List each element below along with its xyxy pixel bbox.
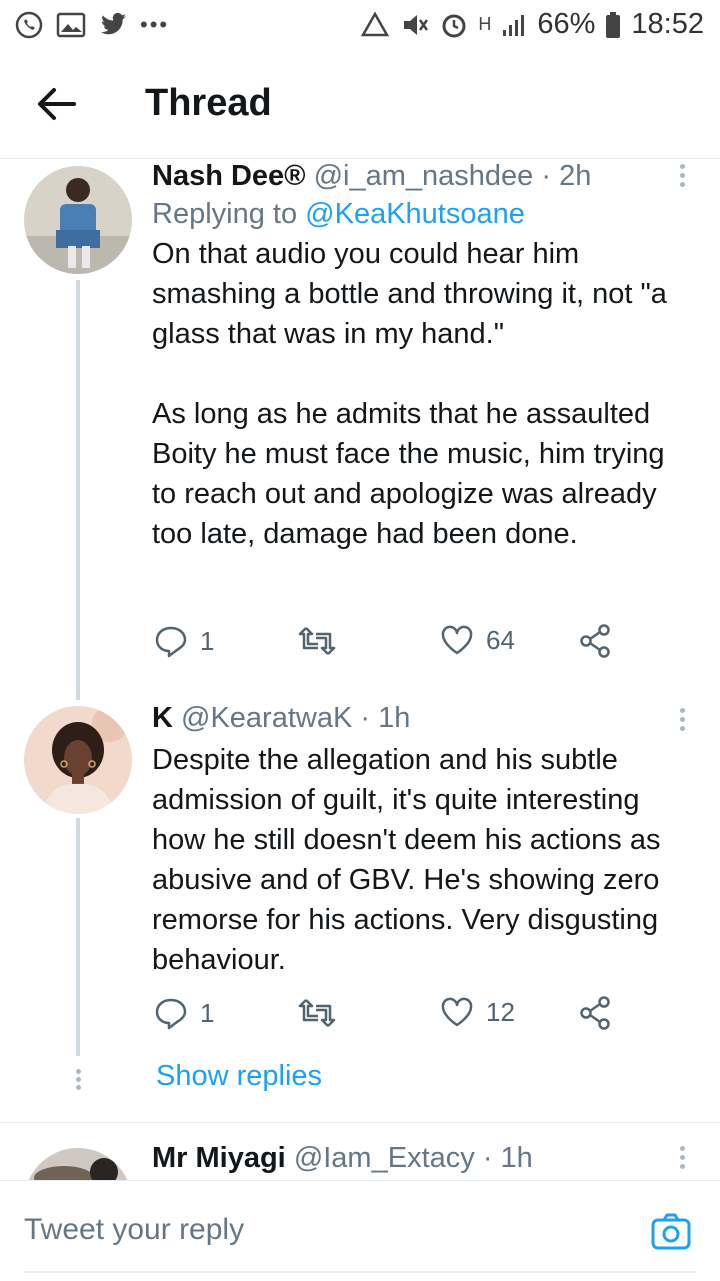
- more-options-icon[interactable]: [678, 1142, 686, 1173]
- reply-button[interactable]: 1: [154, 996, 214, 1030]
- tweet-actions: 1 12: [152, 996, 672, 1040]
- show-replies-link[interactable]: Show replies: [156, 1060, 322, 1093]
- tweet[interactable]: K @KearatwaK · 1h Despite the allegation…: [0, 700, 720, 1060]
- more-notifications-icon: •••: [140, 12, 170, 37]
- tweet[interactable]: Mr Miyagi @Iam_Extacy · 1h: [0, 1140, 720, 1180]
- battery-icon: [606, 11, 621, 38]
- camera-icon[interactable]: [650, 1211, 692, 1253]
- status-bar: ••• H 66% 18:52: [0, 0, 720, 50]
- tweet-meta: Nash Dee® @i_am_nashdee · 2h: [152, 158, 690, 194]
- tweet-text: Despite the allegation and his subtle ad…: [152, 744, 669, 976]
- author-handle[interactable]: @KearatwaK: [181, 702, 352, 734]
- retweet-icon: [298, 627, 336, 655]
- thread-line: [76, 280, 80, 700]
- share-icon: [580, 624, 610, 658]
- reply-input[interactable]: Tweet your reply: [24, 1213, 244, 1247]
- more-options-icon[interactable]: [678, 704, 686, 735]
- like-count: 64: [486, 624, 515, 655]
- reply-icon: [155, 626, 187, 658]
- tweet-time: · 1h: [360, 702, 411, 734]
- share-button[interactable]: [580, 996, 612, 1030]
- whatsapp-icon: [15, 11, 43, 39]
- like-button[interactable]: 12: [440, 996, 515, 1028]
- network-type: H: [478, 14, 492, 34]
- alarm-icon: [442, 14, 466, 37]
- clock: 18:52: [631, 8, 704, 40]
- tweet-time: · 1h: [482, 1142, 533, 1174]
- avatar[interactable]: [24, 166, 132, 274]
- twitter-status-icon: [101, 12, 126, 35]
- replying-to: Replying to @KeaKhutsoane: [152, 194, 690, 234]
- replying-to-link[interactable]: @KeaKhutsoane: [305, 198, 525, 230]
- retweet-button[interactable]: [298, 624, 336, 658]
- reply-count: 1: [200, 997, 215, 1028]
- retweet-button[interactable]: [298, 996, 336, 1030]
- share-button[interactable]: [580, 624, 612, 658]
- author-handle[interactable]: @i_am_nashdee: [314, 160, 534, 192]
- author-name[interactable]: Mr Miyagi: [152, 1142, 286, 1174]
- avatar[interactable]: [24, 706, 132, 814]
- divider: [0, 1122, 720, 1123]
- heart-icon: [441, 625, 473, 655]
- author-name[interactable]: Nash Dee®: [152, 160, 306, 192]
- author-handle[interactable]: @Iam_Extacy: [294, 1142, 475, 1174]
- author-name[interactable]: K: [152, 702, 173, 734]
- tweet[interactable]: Nash Dee® @i_am_nashdee · 2h Replying to…: [0, 158, 720, 700]
- recycle-icon: [361, 10, 390, 36]
- more-options-icon[interactable]: [678, 160, 686, 191]
- page-title: Thread: [145, 82, 272, 124]
- like-count: 12: [486, 996, 515, 1027]
- mute-icon: [404, 14, 429, 35]
- avatar[interactable]: [24, 1148, 132, 1180]
- thread-header: Thread: [0, 50, 720, 159]
- thread-line: [76, 818, 80, 1056]
- gallery-icon: [56, 12, 86, 38]
- reply-input-underline: [24, 1271, 696, 1273]
- reply-count: 1: [200, 625, 215, 656]
- tweet-meta: Mr Miyagi @Iam_Extacy · 1h: [152, 1140, 690, 1176]
- reply-button[interactable]: 1: [154, 624, 214, 658]
- back-arrow-icon[interactable]: [34, 82, 78, 126]
- reply-composer: Tweet your reply: [0, 1180, 720, 1281]
- battery-percent: 66%: [537, 8, 596, 40]
- tweet-meta: K @KearatwaK · 1h: [152, 700, 690, 736]
- replying-label: Replying to: [152, 198, 298, 230]
- reply-icon: [155, 998, 187, 1030]
- collapsed-thread-dots: [75, 1066, 81, 1093]
- signal-icon: [503, 14, 525, 36]
- retweet-icon: [298, 999, 336, 1027]
- heart-icon: [441, 997, 473, 1027]
- tweet-time: · 2h: [541, 160, 592, 192]
- tweet-actions: 1 64: [152, 624, 672, 668]
- like-button[interactable]: 64: [440, 624, 515, 656]
- share-icon: [580, 996, 610, 1030]
- tweet-text: On that audio you could hear him smashin…: [152, 238, 667, 550]
